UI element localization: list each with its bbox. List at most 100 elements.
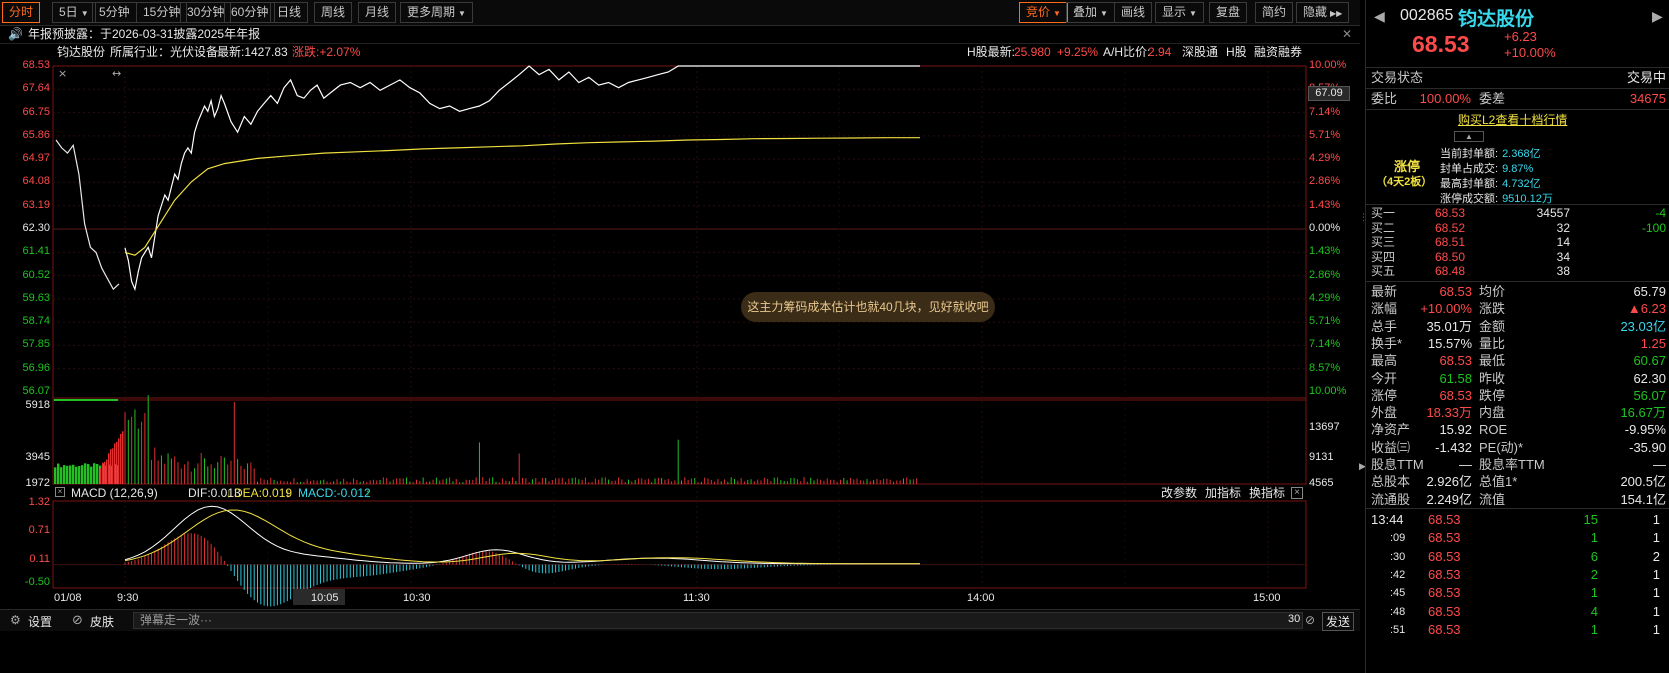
industry-link[interactable]: 所属行业：光伏设备	[110, 44, 218, 61]
add-indicator-button[interactable]: 加指标	[1205, 486, 1241, 501]
price-tick-label: 65.86	[22, 128, 50, 141]
link-stock-connect[interactable]: 深股通	[1182, 44, 1218, 61]
next-stock-icon[interactable]: ▶	[1652, 8, 1663, 25]
intraday-chart[interactable]: × ↔	[0, 60, 1360, 608]
order-volume: 32	[1556, 220, 1570, 235]
volume-bar	[118, 438, 120, 484]
order-book-row[interactable]: 买二 68.52 32 -100	[1371, 221, 1666, 236]
order-book-row[interactable]: 买一 68.53 34557 -4	[1371, 206, 1666, 221]
tab-weekly[interactable]: 周线	[314, 2, 353, 23]
order-ratio-row: 委比 100.00% 委差 34675	[1371, 90, 1666, 108]
collapse-icon[interactable]: ×	[55, 487, 65, 497]
tab-more-periods[interactable]: 更多周期 ▼	[400, 2, 473, 23]
macd-title[interactable]: MACD (12,26,9)	[71, 486, 158, 501]
chevron-down-icon: ▼	[458, 9, 466, 18]
danmu-toggle-icon[interactable]: ⊘	[1305, 613, 1315, 627]
tab-60min[interactable]: 60分钟	[224, 2, 276, 23]
quote-label: 量比	[1479, 335, 1506, 351]
order-level-label: 买二	[1371, 220, 1396, 235]
display-button[interactable]: 显示 ▼	[1155, 2, 1204, 23]
volume-bar	[96, 463, 99, 484]
percent-tick-label: 2.86%	[1309, 175, 1341, 188]
tick-volume: 6	[1590, 548, 1598, 564]
price-tick-label: 64.08	[22, 175, 50, 188]
palette-icon[interactable]: ⊘	[72, 612, 83, 628]
danmu-comment-bubble[interactable]: 这主力筹码成本估计也就40几块，见好就收吧	[741, 292, 995, 322]
pre-market-price-line	[55, 139, 120, 291]
volume-bar	[54, 467, 57, 484]
quote-value: 56.07	[1633, 387, 1666, 403]
quote-value: 35.01万	[1426, 318, 1472, 334]
tick-row: :48 68.53 4 1	[1366, 603, 1669, 621]
macd-dea-line	[124, 509, 920, 565]
tab-5day[interactable]: 5日 ▼	[52, 2, 96, 23]
quote-row: 净资产 15.92 ROE -9.95%	[1371, 421, 1666, 439]
quote-label: 最新	[1371, 284, 1398, 299]
volume-bar	[100, 468, 102, 484]
tick-row: :51 68.53 1 1	[1366, 621, 1669, 639]
tab-daily[interactable]: 日线	[270, 2, 309, 23]
close-icon[interactable]: ✕	[1342, 26, 1352, 43]
skin-button[interactable]: 皮肤	[90, 613, 114, 630]
time-axis-label: 9:30	[117, 592, 139, 604]
close-icon[interactable]: ×	[1291, 487, 1303, 499]
overlay-button[interactable]: 叠加 ▼	[1066, 2, 1115, 23]
price-tick-label: 63.19	[22, 198, 50, 211]
notice-bar[interactable]: 🔊 年报预披露：于2026-03-31披露2025年年报 ✕	[0, 26, 1360, 44]
macd-dif: DIF:0.013	[188, 486, 241, 500]
send-button[interactable]: 发送	[1322, 612, 1355, 631]
chevron-down-icon: ▼	[1189, 9, 1197, 18]
tab-more-label: 更多周期	[407, 5, 456, 19]
quote-label: 昨收	[1479, 370, 1506, 386]
switch-indicator-button[interactable]: 换指标	[1249, 486, 1285, 501]
tick-volume: 1	[1590, 585, 1598, 601]
order-book-row[interactable]: 买四 68.50 34	[1371, 250, 1666, 265]
tick-time: :48	[1390, 605, 1406, 618]
quote-value: —	[1653, 457, 1666, 472]
percent-tick-label: 7.14%	[1309, 338, 1341, 351]
auction-button[interactable]: 竞价 ▼	[1019, 2, 1068, 23]
tab-5min[interactable]: 5分钟	[92, 2, 137, 23]
hide-button[interactable]: 隐藏 ▶▶	[1296, 2, 1350, 23]
prev-stock-icon[interactable]: ◀	[1374, 8, 1385, 25]
tick-time: :30	[1390, 550, 1406, 563]
tick-price: 68.53	[1428, 512, 1461, 527]
settings-button[interactable]: 设置	[28, 613, 52, 630]
quote-label: 总股本	[1371, 474, 1411, 490]
change-params-button[interactable]: 改参数	[1161, 486, 1197, 501]
link-h-share[interactable]: H股	[1226, 44, 1247, 61]
order-book-row[interactable]: 买三 68.51 14	[1371, 235, 1666, 250]
quote-label: 收益㈢	[1371, 439, 1411, 455]
tick-price: 68.53	[1428, 566, 1461, 582]
link-margin-trading[interactable]: 融资融券	[1254, 44, 1302, 61]
quote-label: 今开	[1371, 370, 1398, 386]
quote-row: 最高 68.53 最低 60.67	[1371, 352, 1666, 370]
simple-button[interactable]: 简约	[1255, 2, 1294, 23]
macd-dif-arrow: ↓	[226, 486, 232, 500]
tick-count: 1	[1652, 585, 1660, 601]
chevron-up-icon[interactable]: ▲	[1454, 131, 1484, 142]
average-price-line	[124, 137, 920, 256]
gear-icon[interactable]: ⚙	[10, 613, 21, 627]
order-book-row[interactable]: 买五 68.48 38	[1371, 264, 1666, 279]
quote-value: 1.25	[1640, 335, 1666, 351]
draw-line-button[interactable]: 画线	[1114, 2, 1153, 23]
bottom-bar: ⚙ 设置 ⊘ 皮肤 弹幕走一波··· 30 ⊘ 发送	[0, 609, 1360, 631]
chevron-down-icon: ▼	[1053, 9, 1061, 18]
quote-label: 金额	[1479, 318, 1506, 334]
time-axis-label: 15:00	[1253, 592, 1281, 604]
quote-value: —	[1459, 457, 1472, 472]
tick-volume: 2	[1590, 566, 1598, 582]
buy-l2-link[interactable]: 购买L2查看十档行情	[1458, 111, 1567, 128]
divider	[1366, 508, 1669, 509]
tab-intraday[interactable]: 分时	[2, 2, 41, 23]
quote-value: 18.33万	[1426, 405, 1472, 421]
price-line	[124, 65, 920, 292]
quote-value: 61.58	[1439, 370, 1472, 386]
limit-stat-value: 4.732亿	[1502, 178, 1541, 190]
replay-button[interactable]: 复盘	[1209, 2, 1248, 23]
danmu-input[interactable]: 弹幕走一波···	[133, 612, 1303, 629]
divider	[1366, 109, 1669, 110]
quote-row: 股息TTM — 股息率TTM —	[1371, 456, 1666, 474]
tab-monthly[interactable]: 月线	[358, 2, 397, 23]
